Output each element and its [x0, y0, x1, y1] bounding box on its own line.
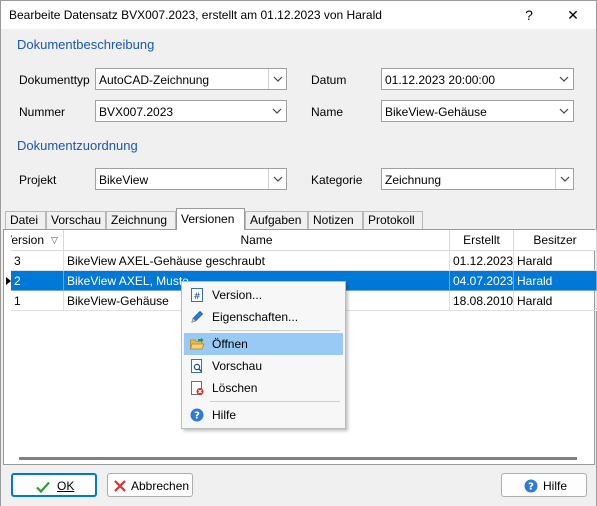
ok-button[interactable]: OK — [11, 473, 97, 497]
cell-version: 1 — [11, 291, 64, 311]
dialog-window: Bearbeite Datensatz BVX007.2023, erstell… — [0, 0, 597, 506]
help-icon: ? — [523, 478, 539, 494]
context-menu: # Version... Eigenschaften... Öffnen Vor… — [181, 281, 346, 429]
nummer-value: BVX007.2023 — [99, 105, 174, 119]
cell-erstellt: 01.12.2023 — [450, 251, 514, 271]
section-heading-beschreibung: Dokumentbeschreibung — [17, 37, 155, 52]
tab-datei[interactable]: Datei — [5, 211, 46, 230]
name-label: Name — [311, 105, 344, 119]
column-header-besitzer[interactable]: Besitzer — [514, 230, 597, 251]
svg-text:?: ? — [528, 482, 534, 493]
cell-besitzer: Harald — [514, 291, 597, 311]
dokumenttyp-label: Dokumenttyp — [19, 73, 90, 87]
table-row[interactable]: 3 BikeView AXEL-Gehäuse geschraubt 01.12… — [11, 251, 597, 271]
title-bar: Bearbeite Datensatz BVX007.2023, erstell… — [1, 1, 596, 29]
chevron-down-icon[interactable] — [555, 169, 573, 189]
menu-separator — [210, 401, 340, 402]
window-title: Bearbeite Datensatz BVX007.2023, erstell… — [9, 8, 382, 22]
projekt-combo[interactable]: BikeView — [95, 168, 287, 190]
kategorie-combo[interactable]: Zeichnung — [381, 168, 574, 190]
cell-erstellt: 04.07.2023 — [450, 271, 514, 291]
help-icon: ? — [189, 407, 205, 423]
dokumenttyp-value: AutoCAD-Zeichnung — [99, 73, 210, 87]
section-heading-zuordnung: Dokumentzuordnung — [17, 138, 138, 153]
cell-erstellt: 18.08.2010 — [450, 291, 514, 311]
svg-text:?: ? — [194, 411, 200, 422]
menu-item-eigenschaften[interactable]: Eigenschaften... — [184, 306, 343, 328]
name-value: BikeView-Gehäuse — [385, 105, 487, 119]
tab-vorschau[interactable]: Vorschau — [46, 211, 106, 230]
tab-zeichnung[interactable]: Zeichnung — [106, 211, 176, 230]
tab-aufgaben[interactable]: Aufgaben — [245, 211, 308, 230]
chevron-down-icon[interactable] — [555, 101, 573, 121]
preview-icon — [189, 358, 205, 374]
checkmark-icon — [35, 479, 51, 495]
chevron-down-icon[interactable] — [268, 101, 286, 121]
cell-version: 3 — [11, 251, 64, 271]
datum-value: 01.12.2023 20:00:00 — [385, 73, 496, 87]
filter-icon[interactable]: ▽ — [51, 230, 58, 250]
cell-version: 2 — [11, 271, 64, 291]
menu-item-oeffnen[interactable]: Öffnen — [184, 333, 343, 355]
svg-text:#: # — [193, 292, 201, 302]
cell-name: BikeView AXEL-Gehäuse geschraubt — [64, 251, 450, 271]
column-header-erstellt[interactable]: Erstellt — [450, 230, 514, 251]
hash-document-icon: # — [189, 287, 205, 303]
datum-label: Datum — [311, 73, 347, 87]
tab-protokoll[interactable]: Protokoll — [363, 211, 423, 230]
projekt-label: Projekt — [19, 173, 57, 187]
column-header-version[interactable]: Version ▽ — [11, 230, 64, 251]
nummer-label: Nummer — [19, 105, 66, 119]
open-folder-icon — [189, 336, 205, 352]
cell-besitzer: Harald — [514, 271, 597, 291]
column-header-name[interactable]: Name — [64, 230, 450, 251]
kategorie-label: Kategorie — [311, 173, 363, 187]
tab-notizen[interactable]: Notizen — [308, 211, 363, 230]
nummer-combo[interactable]: BVX007.2023 — [95, 100, 287, 122]
dokumenttyp-combo[interactable]: AutoCAD-Zeichnung — [95, 68, 287, 90]
name-combo[interactable]: BikeView-Gehäuse — [381, 100, 574, 122]
tab-versionen[interactable]: Versionen — [176, 208, 245, 230]
pencil-icon — [189, 309, 205, 325]
kategorie-value: Zeichnung — [385, 173, 442, 187]
menu-item-hilfe[interactable]: ? Hilfe — [184, 404, 343, 426]
chevron-down-icon[interactable] — [555, 69, 573, 89]
chevron-down-icon[interactable] — [268, 169, 286, 189]
close-button[interactable]: ✕ — [561, 5, 585, 25]
menu-separator — [210, 330, 340, 331]
projekt-value: BikeView — [99, 173, 149, 187]
cell-besitzer: Harald — [514, 251, 597, 271]
menu-item-loeschen[interactable]: Löschen — [184, 377, 343, 399]
datum-combo[interactable]: 01.12.2023 20:00:00 — [381, 68, 574, 90]
menu-item-vorschau[interactable]: Vorschau — [184, 355, 343, 377]
chevron-down-icon[interactable] — [268, 69, 286, 89]
cancel-x-icon — [112, 478, 128, 494]
horizontal-scrollbar[interactable] — [19, 457, 577, 460]
hilfe-button[interactable]: ? Hilfe — [501, 473, 587, 497]
delete-document-icon — [189, 380, 205, 396]
menu-item-version[interactable]: # Version... — [184, 284, 343, 306]
help-title-button[interactable]: ? — [517, 5, 541, 25]
abbrechen-button[interactable]: Abbrechen — [107, 473, 193, 497]
